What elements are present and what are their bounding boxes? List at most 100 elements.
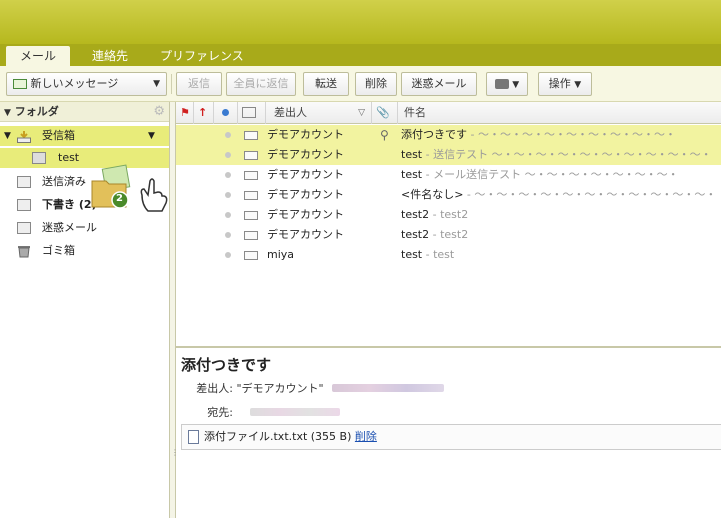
folder-label: 送信済み xyxy=(42,175,86,188)
message-subject: test - メール送信テスト ～・～・～・～・～・～・～・ xyxy=(401,168,679,181)
read-status-icon[interactable] xyxy=(225,232,231,238)
attachment-bar: 添付ファイル.txt.txt (355 B) 削除 xyxy=(181,424,721,450)
gear-icon[interactable]: ⚙ xyxy=(153,102,165,122)
reply-all-button[interactable]: 全員に返信 xyxy=(226,72,296,96)
actions-label: 操作 xyxy=(548,77,571,90)
to-row: 宛先: xyxy=(181,404,233,420)
folder-label: ゴミ箱 xyxy=(42,244,75,257)
actions-menu-button[interactable]: 操作 ▼ xyxy=(538,72,592,96)
tab-preferences[interactable]: プリファレンス xyxy=(146,46,258,66)
from-row: 差出人: "デモアカウント" xyxy=(181,380,324,396)
document-icon xyxy=(188,430,199,444)
envelope-icon xyxy=(244,151,258,160)
inbox-icon xyxy=(17,130,31,143)
read-status-icon[interactable] xyxy=(225,192,231,198)
toolbar-divider xyxy=(171,74,172,94)
from-column-header[interactable]: 差出人 ▽ xyxy=(266,102,372,124)
message-row[interactable]: デモアカウント test2 - test2 xyxy=(176,205,721,225)
message-from: デモアカウント xyxy=(267,228,344,241)
message-subject: test2 - test2 xyxy=(401,228,469,241)
message-row[interactable]: デモアカウント <件名なし> - ～・～・～・～・～・～・～・～・～・～・～・ xyxy=(176,185,721,205)
attachment-name[interactable]: 添付ファイル.txt.txt xyxy=(204,430,307,443)
sent-icon xyxy=(17,176,31,188)
message-row[interactable]: デモアカウント test - 送信テスト ～・～・～・～・～・～・～・～・～・～… xyxy=(176,145,721,165)
folder-trash[interactable]: ゴミ箱 xyxy=(0,241,169,261)
read-status-icon[interactable] xyxy=(225,212,231,218)
drag-count-badge: 2 xyxy=(116,193,123,204)
folder-label: 受信箱 xyxy=(42,129,75,142)
read-status-icon[interactable] xyxy=(225,152,231,158)
splitter-grip-icon: ⋮ xyxy=(171,448,179,457)
pane-splitter[interactable]: ⋮ xyxy=(170,102,179,518)
folder-pane-title: フォルダ xyxy=(14,105,59,118)
read-column-icon[interactable] xyxy=(214,102,238,124)
message-subject: test - 送信テスト ～・～・～・～・～・～・～・～・～・～・ xyxy=(401,148,712,161)
message-subject: test - test xyxy=(401,248,455,261)
message-row[interactable]: デモアカウント test2 - test2 xyxy=(176,225,721,245)
folder-spam[interactable]: 迷惑メール xyxy=(0,218,169,238)
from-value[interactable]: "デモアカウント" xyxy=(237,382,324,395)
message-from: miya xyxy=(267,248,295,261)
paperclip-column-icon[interactable]: 📎 xyxy=(372,102,398,124)
folder-inbox[interactable]: ▼ 受信箱 ▼ xyxy=(0,126,169,146)
read-status-icon[interactable] xyxy=(225,172,231,178)
redacted-recipient xyxy=(250,408,340,416)
type-column-icon[interactable] xyxy=(238,102,266,124)
collapse-icon[interactable]: ▼ xyxy=(4,108,11,118)
envelope-icon xyxy=(13,79,27,89)
message-from: デモアカウント xyxy=(267,168,344,181)
expand-arrow-icon[interactable]: ▼ xyxy=(4,126,11,146)
delete-button[interactable]: 削除 xyxy=(355,72,397,96)
redacted-email xyxy=(332,384,444,392)
message-from: デモアカウント xyxy=(267,148,344,161)
attachment-size: (355 B) xyxy=(310,430,352,443)
flag-column-icon[interactable]: ⚑ xyxy=(176,102,194,124)
message-subject: 添付つきです - ～・～・～・～・～・～・～・～・～・ xyxy=(401,128,676,141)
from-column-label: 差出人 xyxy=(274,106,307,119)
toolbar: 新しいメッセージ ▼ 返信 全員に返信 転送 削除 迷惑メール ▼ 操作 ▼ xyxy=(0,66,721,102)
new-message-button[interactable]: 新しいメッセージ ▼ xyxy=(6,72,167,96)
sort-icon: ▽ xyxy=(358,108,365,118)
reply-button[interactable]: 返信 xyxy=(176,72,222,96)
chevron-down-icon: ▼ xyxy=(153,79,160,89)
forward-button[interactable]: 転送 xyxy=(303,72,349,96)
chevron-down-icon[interactable]: ▼ xyxy=(148,126,155,146)
drafts-icon xyxy=(17,199,31,211)
read-status-icon[interactable] xyxy=(225,132,231,138)
message-from: デモアカウント xyxy=(267,208,344,221)
folder-icon xyxy=(32,152,46,164)
read-status-icon[interactable] xyxy=(225,252,231,258)
printer-icon xyxy=(494,79,509,89)
subject-column-label: 件名 xyxy=(404,106,426,119)
print-menu-button[interactable]: ▼ xyxy=(486,72,528,96)
message-row[interactable]: デモアカウント test - メール送信テスト ～・～・～・～・～・～・～・ xyxy=(176,165,721,185)
envelope-icon xyxy=(244,211,258,220)
from-label: 差出人: xyxy=(196,382,233,395)
priority-column-icon[interactable]: ↑ xyxy=(194,102,214,124)
tab-mail[interactable]: メール xyxy=(6,46,71,66)
envelope-icon xyxy=(244,191,258,200)
spam-button[interactable]: 迷惑メール xyxy=(401,72,477,96)
reading-pane: 添付つきです 差出人: "デモアカウント" 宛先: 添付ファイル.txt.txt… xyxy=(175,346,721,518)
subject-column-header[interactable]: 件名 xyxy=(398,102,721,124)
chevron-down-icon: ▼ xyxy=(574,80,582,90)
message-list-header: ⚑ ↑ 差出人 ▽ 📎 件名 xyxy=(176,102,721,124)
message-row[interactable]: デモアカウント ⚲ 添付つきです - ～・～・～・～・～・～・～・～・～・ xyxy=(176,125,721,145)
folder-label: 迷惑メール xyxy=(42,221,97,234)
tab-contacts[interactable]: 連絡先 xyxy=(78,46,142,66)
message-row[interactable]: miya test - test xyxy=(176,245,721,265)
to-label: 宛先: xyxy=(207,406,233,419)
new-message-label: 新しいメッセージ xyxy=(30,77,119,90)
app-banner xyxy=(0,0,721,44)
folder-label: test xyxy=(58,151,80,164)
message-from: デモアカウント xyxy=(267,128,344,141)
message-from: デモアカウント xyxy=(267,188,344,201)
drag-indicator: 2 xyxy=(88,163,172,215)
folder-pane-header: ▼ フォルダ ⚙ xyxy=(0,102,169,122)
message-subject: test2 - test2 xyxy=(401,208,469,221)
envelope-icon xyxy=(244,131,258,140)
attachment-delete-link[interactable]: 削除 xyxy=(355,430,377,443)
chevron-down-icon: ▼ xyxy=(512,80,520,90)
message-title: 添付つきです xyxy=(181,356,272,374)
envelope-icon xyxy=(244,171,258,180)
